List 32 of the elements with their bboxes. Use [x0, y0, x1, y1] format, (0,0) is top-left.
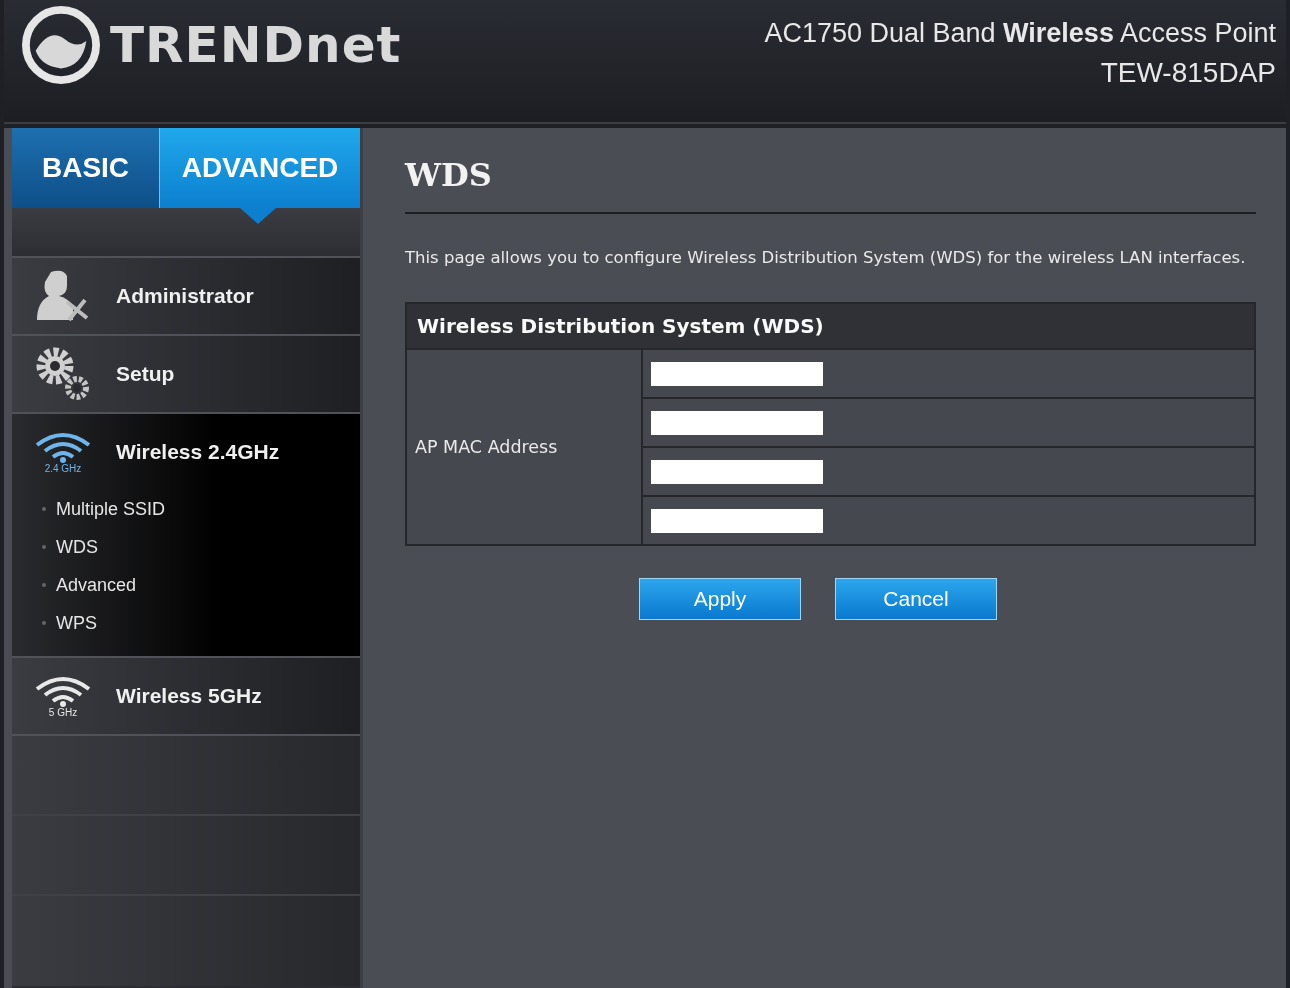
mac-address-field[interactable] — [651, 508, 823, 533]
bullet-icon — [42, 507, 46, 511]
band-label: 5 GHz — [48, 706, 78, 718]
page-description: This page allows you to configure Wireless Distribution System (WDS) for the wireless LAN interfaces. — [405, 247, 1247, 269]
bullet-icon — [42, 621, 46, 625]
submenu-link[interactable]: Multiple SSID — [56, 498, 166, 520]
nav-tab[interactable]: BASIC — [12, 128, 159, 208]
action-button[interactable]: Cancel — [835, 578, 997, 620]
action-button[interactable]: Apply — [639, 578, 801, 620]
field-label: AP MAC Address — [407, 350, 643, 544]
mac-address-field[interactable] — [651, 459, 823, 484]
submenu-link[interactable]: Advanced — [56, 574, 137, 596]
brand-name: TRENDnet — [110, 16, 402, 74]
sidebar-item[interactable]: Administrator — [12, 258, 360, 334]
logo-icon — [22, 6, 100, 84]
sidebar-item[interactable]: 2.4 GHz Wireless 2.4GHz — [12, 414, 360, 490]
sidebar-item[interactable]: 5 GHz Wireless 5GHz — [12, 658, 360, 734]
wifi-icon — [33, 674, 93, 707]
bullet-icon — [42, 583, 46, 587]
page-title: WDS — [405, 156, 1256, 214]
model-number: TEW-815DAP — [1100, 57, 1276, 89]
table-header: Wireless Distribution System (WDS) — [407, 304, 1254, 350]
bullet-icon — [42, 545, 46, 549]
sidebar-item[interactable]: Setup — [12, 336, 360, 412]
mac-address-field[interactable] — [651, 361, 823, 386]
tab-pointer — [240, 208, 276, 224]
mac-address-field[interactable] — [651, 410, 823, 435]
wifi-icon — [33, 430, 93, 463]
product-name: AC1750 Dual Band Wireless Access Point — [764, 18, 1276, 49]
submenu-link[interactable]: WPS — [56, 612, 97, 634]
band-label: 2.4 GHz — [44, 462, 82, 474]
submenu-link[interactable]: WDS — [56, 536, 98, 558]
